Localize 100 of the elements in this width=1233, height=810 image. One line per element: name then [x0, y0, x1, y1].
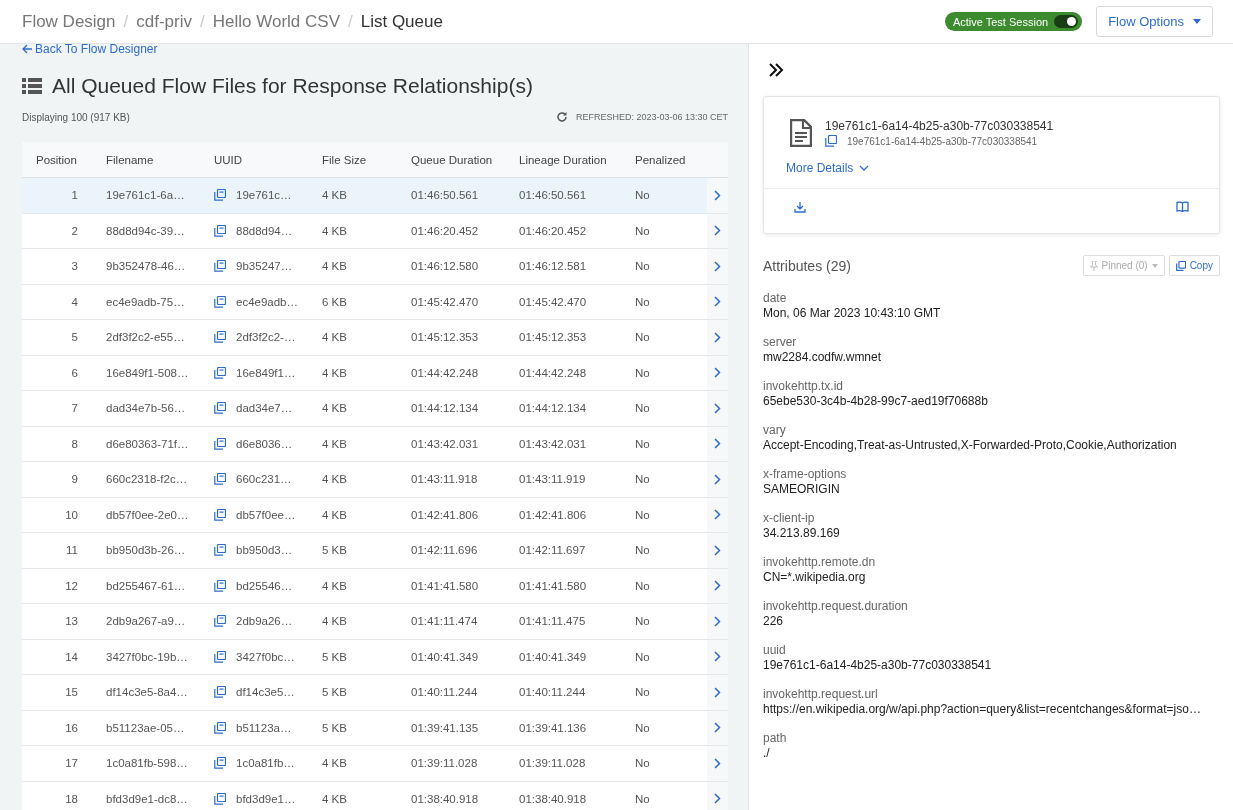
table-cell-text: 5 KB: [322, 544, 348, 557]
chevron-right-icon[interactable]: [714, 509, 721, 521]
copy-icon[interactable]: [214, 721, 226, 734]
table-cell: 660c231…: [236, 473, 292, 486]
table-cell-text: 01:46:20.452: [519, 224, 588, 237]
table-row[interactable]: 18 bfd3d9e1-dc8… bfd3d9e1… 4 KB 01:38:40.918 01:38:40.918 No: [22, 781, 728, 810]
table-cell-text: No: [635, 686, 651, 699]
table-cell: 3427f0bc…: [236, 650, 295, 663]
copy-icon[interactable]: [214, 508, 226, 521]
column-header[interactable]: Penalized: [635, 153, 707, 166]
table-row[interactable]: 14 3427f0bc-19b… 3427f0bc… 5 KB 01:40:41.349 01:40:41.349 No: [22, 639, 728, 675]
attributes-heading: Attributes (29): [763, 257, 851, 274]
table-row[interactable]: 12 bd255467-61… bd25546… 4 KB 01:41:41.580 01:41:41.580 No: [22, 568, 728, 604]
copy-icon[interactable]: [214, 650, 226, 663]
chevron-right-icon[interactable]: [714, 296, 721, 308]
table-row[interactable]: 16 b51123ae-05… b51123a… 5 KB 01:39:41.135 01:39:41.136 No: [22, 710, 728, 746]
column-header[interactable]: File Size: [322, 153, 411, 166]
chevron-right-icon[interactable]: [714, 722, 721, 734]
table-row[interactable]: 7 dad34e7b-56… dad34e7… 4 KB 01:44:12.134 01:44:12.134 No: [22, 391, 728, 427]
download-icon[interactable]: [794, 201, 806, 213]
chevron-right-icon[interactable]: [714, 757, 721, 769]
table-cell-text: 4 KB: [322, 508, 348, 521]
table-row[interactable]: 10 db57f0ee-2e0… db57f0ee… 4 KB 01:42:41.806 01:42:41.806 No: [22, 497, 728, 533]
table-cell-text: 11: [65, 544, 79, 557]
book-icon[interactable]: [1176, 201, 1189, 212]
table-cell-text: 01:42:11.697: [519, 544, 587, 557]
table-cell-text: bb950d3b-26…: [106, 544, 187, 557]
table-row[interactable]: 4 ec4e9adb-75… ec4e9adb… 6 KB 01:45:42.470 01:45:42.470 No: [22, 284, 728, 320]
test-session-toggle[interactable]: Active Test Session: [944, 12, 1083, 31]
table-row[interactable]: 6 16e849f1-508… 16e849f1… 4 KB 01:44:42.248 01:44:42.248 No: [22, 355, 728, 391]
copy-icon[interactable]: [214, 792, 226, 805]
table-row[interactable]: 13 2db9a267-a9… 2db9a26… 4 KB 01:41:11.474 01:41:11.475 No: [22, 604, 728, 640]
table-cell-text: dad34e7b-56…: [106, 402, 187, 415]
column-header[interactable]: Queue Duration: [411, 153, 519, 166]
column-header[interactable]: Position: [22, 153, 106, 166]
table-cell-text: 01:40:11.244: [519, 686, 587, 699]
chevron-right-icon[interactable]: [714, 580, 721, 592]
table-row[interactable]: 2 88d8d94c-39… 88d8d94… 4 KB 01:46:20.452 01:46:20.452 No: [22, 213, 728, 249]
table-cell-text: 01:41:11.475: [519, 615, 587, 628]
column-header[interactable]: Lineage Duration: [519, 153, 635, 166]
table-cell-text: No: [635, 544, 651, 557]
table-row[interactable]: 8 d6e80363-71f… d6e8036… 4 KB 01:43:42.031 01:43:42.031 No: [22, 426, 728, 462]
table-row[interactable]: 11 bb950d3b-26… bb950d3… 5 KB 01:42:11.696 01:42:11.697 No: [22, 533, 728, 569]
chevron-right-icon[interactable]: [714, 615, 721, 627]
table-cell-text: No: [635, 295, 651, 308]
attribute-value: https://en.wikipedia.org/w/api.php?action=query&list=recentchanges&format=jso…: [763, 702, 1202, 716]
refresh-icon[interactable]: [555, 111, 568, 123]
table-cell-text: 2: [70, 224, 79, 237]
double-chevron-icon[interactable]: [768, 63, 784, 77]
copy-icon[interactable]: [214, 295, 226, 308]
table-row[interactable]: 17 1c0a81fb-598… 1c0a81fb… 4 KB 01:39:11.028 01:39:11.028 No: [22, 746, 728, 782]
chevron-right-icon[interactable]: [714, 438, 721, 450]
chevron-right-icon[interactable]: [714, 225, 721, 237]
copy-icon[interactable]: [214, 260, 226, 273]
copy-icon[interactable]: [214, 579, 226, 592]
chevron-right-icon[interactable]: [714, 651, 721, 663]
table-row[interactable]: 3 9b352478-46… 9b35247… 4 KB 01:46:12.580 01:46:12.581 No: [22, 249, 728, 285]
copy-icon[interactable]: [214, 366, 226, 379]
current-page-title: List Queue: [360, 11, 443, 32]
copy-button[interactable]: Copy: [1168, 255, 1220, 276]
copy-icon[interactable]: [214, 437, 226, 450]
copy-icon[interactable]: [214, 224, 226, 237]
copy-icon[interactable]: [214, 473, 226, 486]
breadcrumb-link[interactable]: cdf-priv: [136, 11, 192, 32]
table-row[interactable]: 9 660c2318-f2c… 660c231… 4 KB 01:43:11.918 01:43:11.919 No: [22, 462, 728, 498]
chevron-right-icon[interactable]: [714, 331, 721, 343]
copy-icon[interactable]: [214, 757, 226, 770]
copy-icon[interactable]: [214, 544, 226, 557]
copy-icon[interactable]: [214, 331, 226, 344]
table-cell-text: 01:46:50.561: [519, 189, 588, 202]
chevron-right-icon[interactable]: [714, 402, 721, 414]
table-row[interactable]: 5 2df3f2c2-e55… 2df3f2c2-… 4 KB 01:45:12.353 01:45:12.353 No: [22, 320, 728, 356]
chevron-right-icon[interactable]: [714, 260, 721, 272]
column-header[interactable]: UUID: [214, 153, 322, 166]
table-cell-text: 01:40:41.349: [411, 650, 480, 663]
copy-icon[interactable]: [214, 686, 226, 699]
flow-options-button[interactable]: Flow Options: [1096, 6, 1213, 37]
table-cell-text: b51123ae-05…: [106, 721, 186, 734]
breadcrumb-link[interactable]: Flow Design: [22, 11, 116, 32]
chevron-right-icon[interactable]: [714, 793, 721, 805]
chevron-right-icon[interactable]: [714, 189, 721, 201]
table-cell-text: df14c3e5-8a4…: [106, 686, 189, 699]
back-link[interactable]: Back To Flow Designer: [22, 44, 158, 56]
chevron-right-icon[interactable]: [714, 473, 721, 485]
more-details-link[interactable]: More Details: [786, 161, 870, 175]
chevron-right-icon[interactable]: [714, 367, 721, 379]
chevron-right-icon[interactable]: [714, 544, 721, 556]
breadcrumb-link[interactable]: Hello World CSV: [212, 11, 340, 32]
copy-icon[interactable]: [214, 402, 226, 415]
table-row[interactable]: 1 19e761c1-6a… 19e761c… 4 KB 01:46:50.561 01:46:50.561 No: [22, 178, 728, 214]
table-cell-text: No: [635, 224, 651, 237]
copy-icon[interactable]: [825, 135, 837, 147]
table-cell: 1c0a81fb…: [236, 757, 295, 770]
copy-icon[interactable]: [214, 615, 226, 628]
copy-icon[interactable]: [214, 189, 226, 202]
column-header[interactable]: Filename: [106, 153, 214, 166]
table-row[interactable]: 15 df14c3e5-8a4… df14c3e5… 5 KB 01:40:11.244 01:40:11.244 No: [22, 675, 728, 711]
table-cell-text: No: [635, 650, 651, 663]
table-cell-text: 7: [70, 402, 79, 415]
chevron-right-icon[interactable]: [714, 686, 721, 698]
